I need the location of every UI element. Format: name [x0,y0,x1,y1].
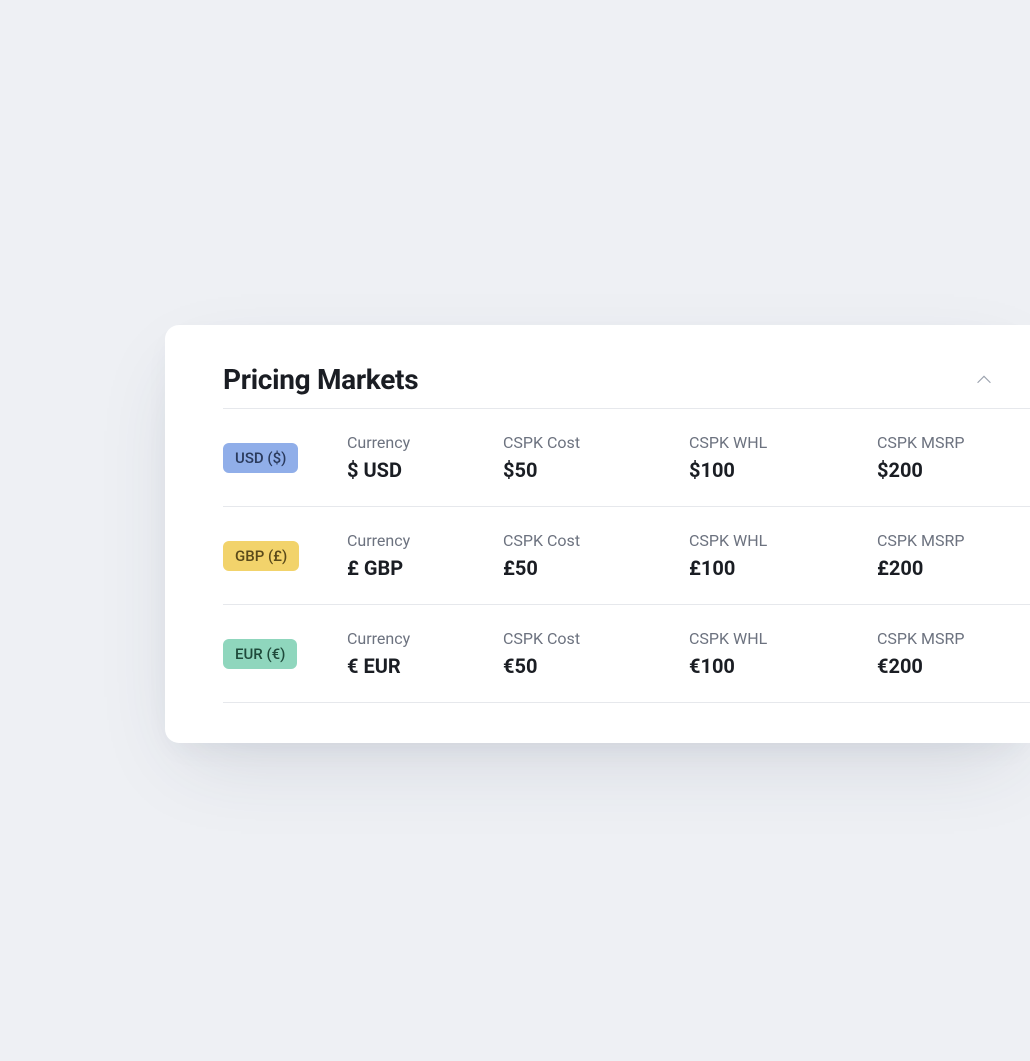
pricing-row: USD ($) Currency $ USD CSPK Cost $50 CSP… [223,408,1030,506]
cost-value: £50 [503,556,689,580]
whl-label: CSPK WHL [689,433,877,452]
whl-column: CSPK WHL €100 [689,629,877,678]
currency-badge-gbp: GBP (£) [223,541,299,571]
whl-value: €100 [689,654,877,678]
cost-label: CSPK Cost [503,531,689,550]
msrp-value: €200 [877,654,1030,678]
msrp-label: CSPK MSRP [877,433,1030,452]
pricing-markets-card: Pricing Markets USD ($) Currency $ USD C… [165,325,1030,743]
whl-value: £100 [689,556,877,580]
whl-value: $100 [689,458,877,482]
card-header: Pricing Markets [223,363,1030,396]
msrp-column: CSPK MSRP €200 [877,629,1030,678]
cost-column: CSPK Cost $50 [503,433,689,482]
whl-label: CSPK WHL [689,531,877,550]
badge-column: USD ($) [223,443,347,473]
msrp-label: CSPK MSRP [877,531,1030,550]
msrp-label: CSPK MSRP [877,629,1030,648]
cost-label: CSPK Cost [503,433,689,452]
card-title: Pricing Markets [223,363,418,396]
currency-value: £ GBP [347,556,503,580]
currency-label: Currency [347,531,503,550]
whl-label: CSPK WHL [689,629,877,648]
cost-value: $50 [503,458,689,482]
currency-label: Currency [347,433,503,452]
currency-column: Currency £ GBP [347,531,503,580]
cost-column: CSPK Cost £50 [503,531,689,580]
badge-column: GBP (£) [223,541,347,571]
cost-column: CSPK Cost €50 [503,629,689,678]
whl-column: CSPK WHL £100 [689,531,877,580]
msrp-value: $200 [877,458,1030,482]
chevron-up-icon [973,369,995,391]
currency-label: Currency [347,629,503,648]
badge-column: EUR (€) [223,639,347,669]
currency-value: $ USD [347,458,503,482]
currency-badge-usd: USD ($) [223,443,298,473]
currency-badge-eur: EUR (€) [223,639,297,669]
currency-column: Currency $ USD [347,433,503,482]
currency-column: Currency € EUR [347,629,503,678]
currency-value: € EUR [347,654,503,678]
msrp-column: CSPK MSRP £200 [877,531,1030,580]
pricing-row: GBP (£) Currency £ GBP CSPK Cost £50 CSP… [223,506,1030,604]
cost-value: €50 [503,654,689,678]
pricing-row: EUR (€) Currency € EUR CSPK Cost €50 CSP… [223,604,1030,703]
collapse-button[interactable] [970,366,998,394]
msrp-column: CSPK MSRP $200 [877,433,1030,482]
msrp-value: £200 [877,556,1030,580]
cost-label: CSPK Cost [503,629,689,648]
whl-column: CSPK WHL $100 [689,433,877,482]
